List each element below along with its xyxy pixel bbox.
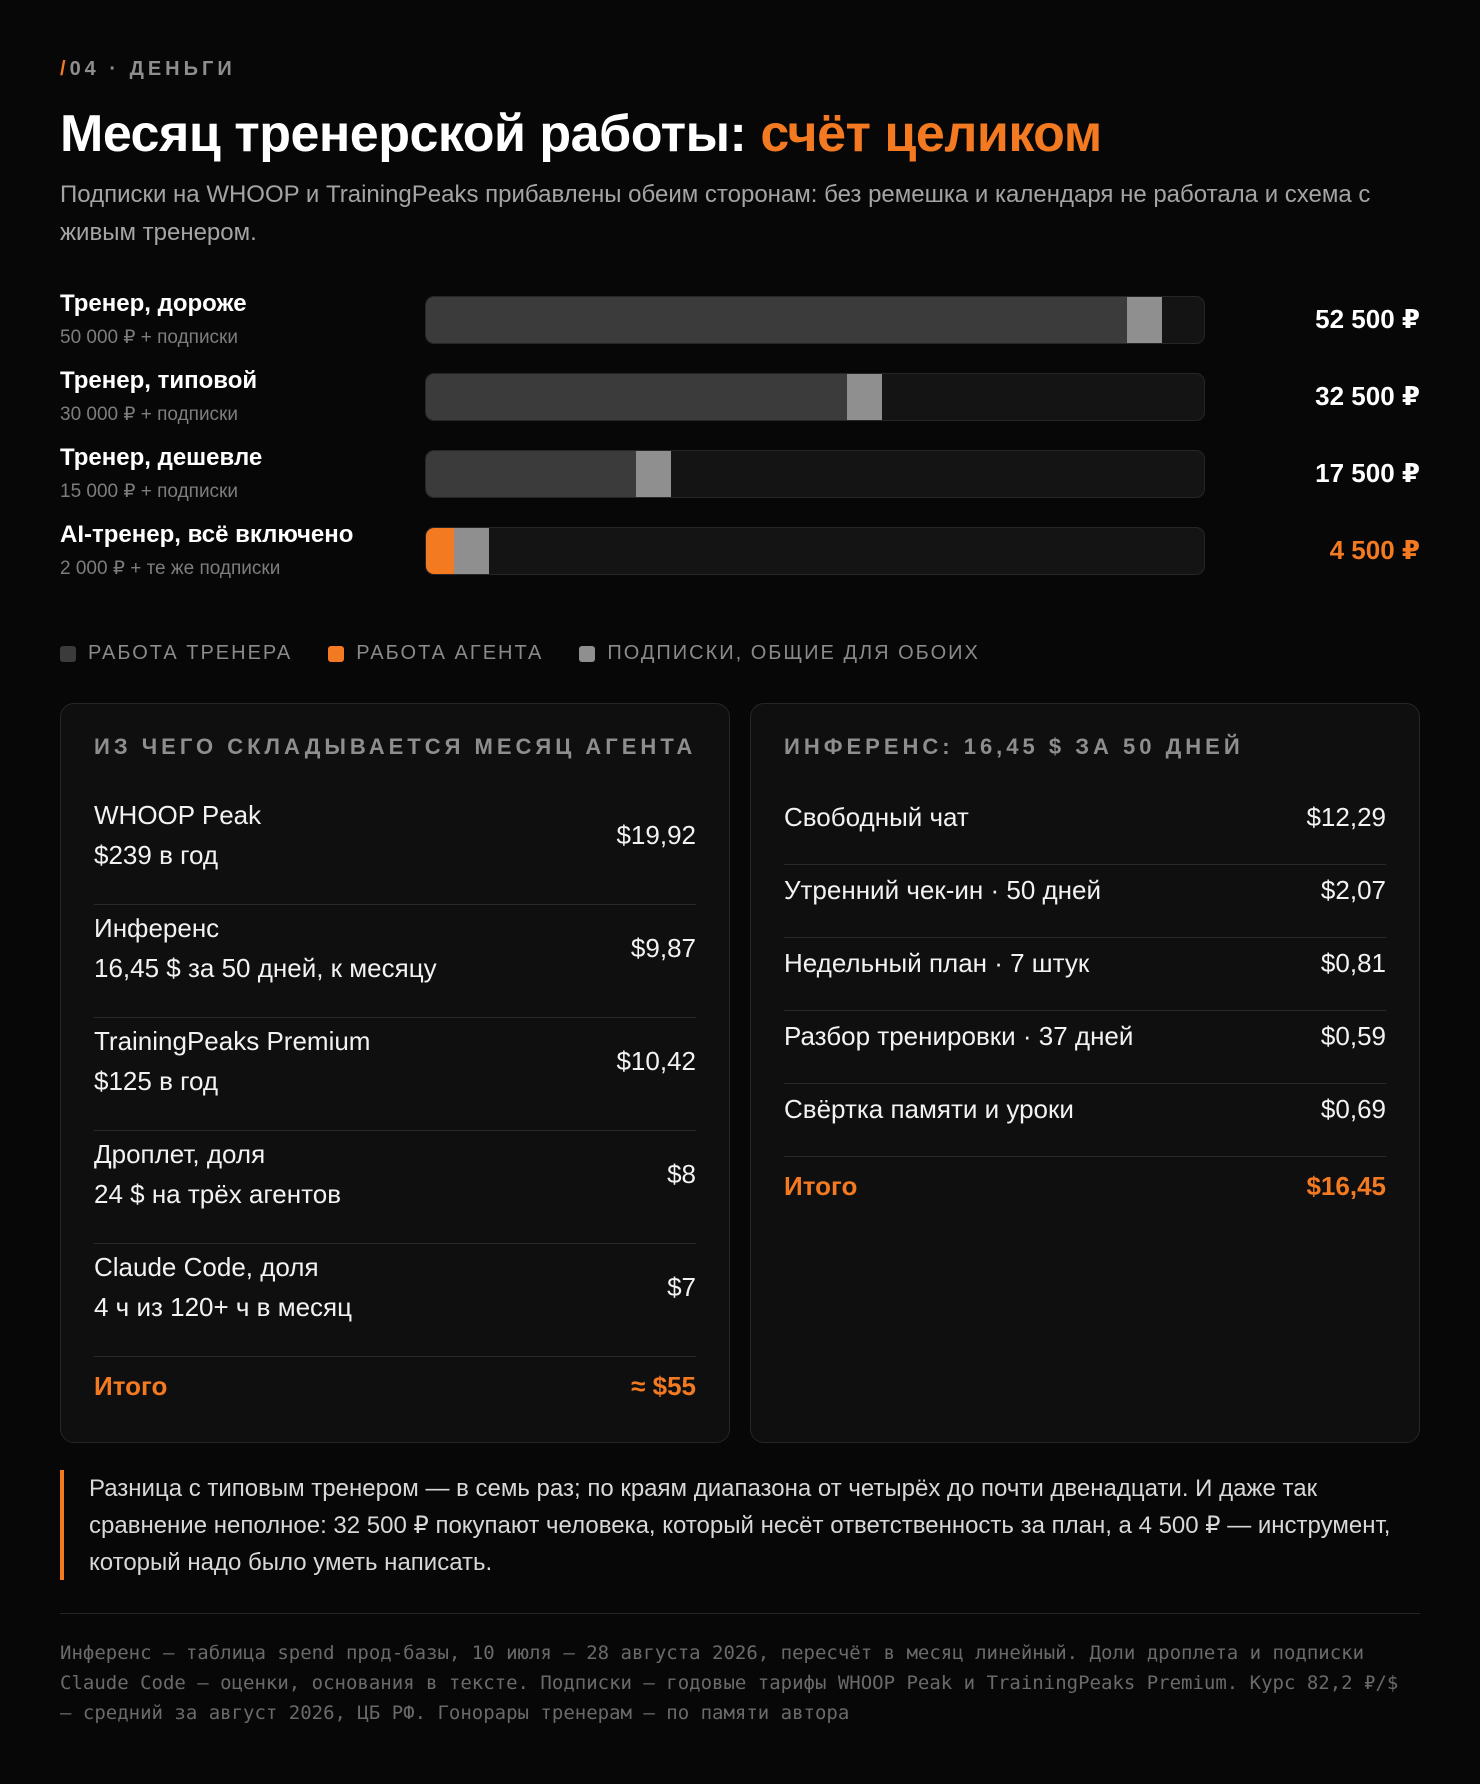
cost-item-value: $10,42	[616, 1046, 696, 1076]
total-label: Итого	[94, 1371, 168, 1401]
bar-note: 30 000 ₽ + подписки	[60, 404, 238, 425]
bar-label: Тренер, типовой	[60, 367, 258, 394]
bar-track	[425, 527, 1205, 575]
total-label: Итого	[784, 1171, 858, 1201]
page-subtitle: Подписки на WHOOP и TrainingPeaks прибав…	[60, 181, 1371, 246]
inference-item-name: Разбор тренировки · 37 дней	[784, 1021, 1134, 1051]
legend-swatch	[328, 645, 345, 662]
cost-item-name: WHOOP Peak	[94, 800, 262, 830]
cost-item-row: WHOOP Peak $239 в год $19,92	[94, 792, 696, 905]
page-title: Месяц тренерской работы: счёт целиком	[60, 104, 1102, 164]
cost-item-name: Дроплет, доля	[94, 1139, 266, 1169]
inference-breakdown-rows: Свободный чат $12,29 Утренний чек-ин · 50 …	[784, 792, 1386, 1227]
cost-item-row: Дроплет, доля 24 $ на трёх агентов $8	[94, 1131, 696, 1244]
bar-total-label: 4 500 ₽	[1329, 535, 1420, 565]
bar-segment-subs	[1126, 297, 1162, 343]
inference-item-row: Утренний чек-ин · 50 дней $2,07	[784, 865, 1386, 938]
inference-item-value: $0,59	[1320, 1021, 1386, 1051]
title-main: Месяц тренерской работы:	[60, 105, 761, 163]
legend-label: ПОДПИСКИ, ОБЩИЕ ДЛЯ ОБОИХ	[607, 642, 980, 664]
inference-item-row: Разбор тренировки · 37 дней $0,59	[784, 1011, 1386, 1084]
inference-item-value: $0,81	[1320, 948, 1386, 978]
bar-segment-trainer	[426, 374, 847, 420]
legend-label: РАБОТА АГЕНТА	[356, 642, 544, 664]
bar-row: Тренер, типовой 30 000 ₽ + подписки 32 500…	[60, 367, 1420, 437]
cost-item-detail: 16,45 $ за 50 дней, к месяцу	[94, 953, 437, 983]
cost-item-value: $8	[667, 1159, 696, 1189]
cost-item-name: TrainingPeaks Premium	[94, 1026, 371, 1056]
legend-label: РАБОТА ТРЕНЕРА	[88, 642, 293, 664]
inference-item-row: Свёртка памяти и уроки $0,69	[784, 1084, 1386, 1157]
bar-segment-agent	[426, 528, 455, 574]
inference-item-value: $12,29	[1306, 802, 1386, 832]
cost-item-value: $19,92	[616, 820, 696, 850]
inference-breakdown-card: ИНФЕРЕНС: 16,45 $ ЗА 50 ДНЕЙ Свободный ч…	[750, 703, 1420, 1443]
bar-segment-trainer	[426, 451, 637, 497]
legend-swatch	[60, 645, 76, 662]
conclusion-quote: Разница с типовым тренером — в семь раз;…	[60, 1470, 1420, 1580]
kicker-text: 04 · ДЕНЬГИ	[69, 58, 236, 80]
bar-segment-subs	[636, 451, 672, 497]
cost-item-row: TrainingPeaks Premium $125 в год $10,42	[94, 1018, 696, 1131]
bar-row: Тренер, дешевле 15 000 ₽ + подписки 17 500…	[60, 444, 1420, 514]
cost-item-detail: 4 ч из 120+ ч в месяц	[94, 1292, 353, 1322]
bar-total-label: 32 500 ₽	[1315, 381, 1420, 411]
legend-item: РАБОТА АГЕНТА	[328, 642, 543, 665]
bar-row: AI-тренер, всё включено 2 000 ₽ + те же п…	[60, 521, 1420, 591]
bar-label: Тренер, дешевле	[60, 444, 263, 471]
cost-item-row: Инференс 16,45 $ за 50 дней, к месяцу $9,8…	[94, 905, 696, 1018]
total-row: Итого $16,45	[784, 1157, 1386, 1227]
inference-item-name: Недельный план · 7 штук	[784, 948, 1090, 978]
cost-item-row: Claude Code, доля 4 ч из 120+ ч в месяц $7	[94, 1244, 696, 1357]
bar-label: Тренер, дороже	[60, 290, 247, 317]
bar-total-label: 52 500 ₽	[1315, 304, 1420, 334]
cost-item-name: Инференс	[94, 913, 220, 943]
cost-item-value: $9,87	[630, 933, 696, 963]
cost-item-name: Claude Code, доля	[94, 1252, 319, 1282]
total-value: ≈ $55	[631, 1371, 696, 1401]
bar-note: 50 000 ₽ + подписки	[60, 327, 238, 348]
bar-track	[425, 373, 1205, 421]
inference-item-row: Свободный чат $12,29	[784, 792, 1386, 865]
inference-item-value: $2,07	[1320, 875, 1386, 905]
bar-total-label: 17 500 ₽	[1315, 458, 1420, 488]
agent-breakdown-heading: ИЗ ЧЕГО СКЛАДЫВАЕТСЯ МЕСЯЦ АГЕНТА	[94, 734, 697, 759]
legend-item: РАБОТА ТРЕНЕРА	[60, 642, 292, 665]
legend-item: ПОДПИСКИ, ОБЩИЕ ДЛЯ ОБОИХ	[579, 642, 979, 665]
inference-item-name: Свободный чат	[784, 802, 969, 832]
inference-item-value: $0,69	[1320, 1094, 1386, 1124]
bar-note: 2 000 ₽ + те же подписки	[60, 558, 281, 579]
divider	[60, 1613, 1420, 1614]
bar-segment-subs	[454, 528, 490, 574]
cost-item-detail: $239 в год	[94, 840, 219, 870]
inference-breakdown-heading: ИНФЕРЕНС: 16,45 $ ЗА 50 ДНЕЙ	[784, 734, 1244, 759]
total-row: Итого ≈ $55	[94, 1357, 696, 1427]
bar-segment-subs	[846, 374, 882, 420]
bar-segment-trainer	[426, 297, 1127, 343]
agent-breakdown-rows: WHOOP Peak $239 в год $19,92 Инференс 16,45 …	[94, 792, 696, 1427]
bar-note: 15 000 ₽ + подписки	[60, 481, 238, 502]
bar-row: Тренер, дороже 50 000 ₽ + подписки 52 500 …	[60, 290, 1420, 360]
bar-track	[425, 450, 1205, 498]
inference-item-row: Недельный план · 7 штук $0,81	[784, 938, 1386, 1011]
agent-month-breakdown-card: ИЗ ЧЕГО СКЛАДЫВАЕТСЯ МЕСЯЦ АГЕНТА WHOOP …	[60, 703, 730, 1443]
title-accent: счёт целиком	[760, 105, 1102, 163]
cost-item-value: $7	[667, 1272, 696, 1302]
sources-footnote: Инференс — таблица spend прод-базы, 10 и…	[60, 1642, 1399, 1724]
bar-label: AI-тренер, всё включено	[60, 521, 354, 548]
total-value: $16,45	[1306, 1171, 1386, 1201]
legend-swatch	[579, 645, 596, 662]
chart-legend: РАБОТА ТРЕНЕРА РАБОТА АГЕНТА ПОДПИСКИ, ОБЩ…	[60, 642, 980, 665]
cost-bar-chart: Тренер, дороже 50 000 ₽ + подписки 52 500 …	[60, 290, 1420, 680]
inference-item-name: Свёртка памяти и уроки	[784, 1094, 1074, 1124]
cost-item-detail: 24 $ на трёх агентов	[94, 1179, 341, 1209]
inference-item-name: Утренний чек-ин · 50 дней	[784, 875, 1102, 905]
section-kicker: /04 · ДЕНЬГИ	[60, 58, 236, 80]
cost-item-detail: $125 в год	[94, 1066, 219, 1096]
bar-track	[425, 296, 1205, 344]
